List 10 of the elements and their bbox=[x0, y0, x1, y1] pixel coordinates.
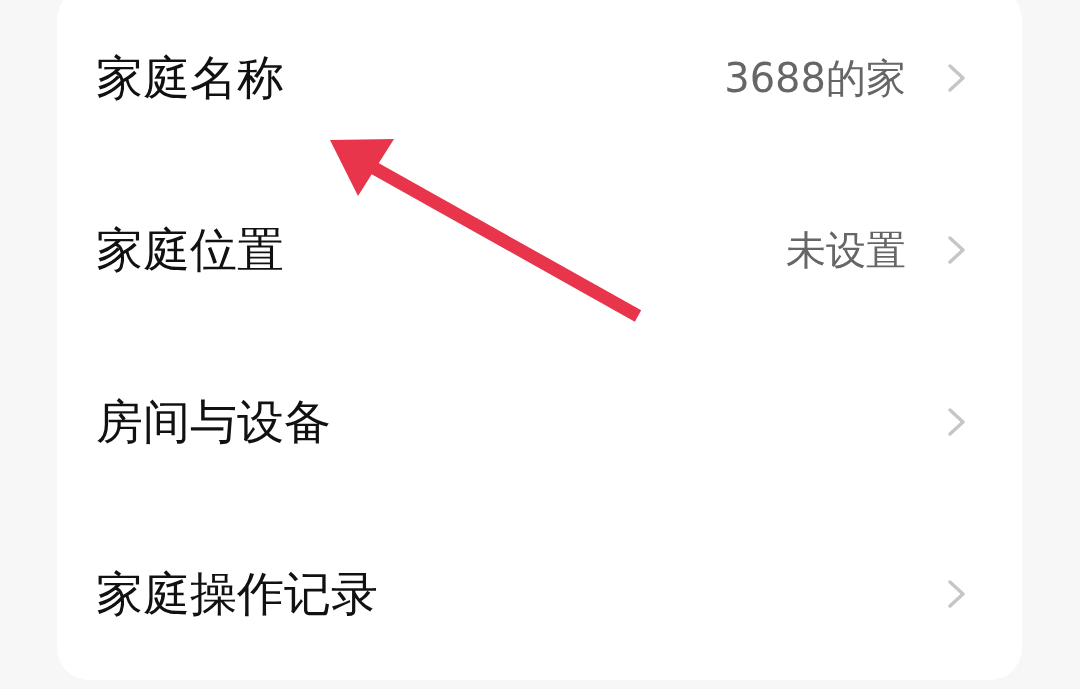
setting-label[interactable]: 房间与设备 bbox=[96, 390, 331, 454]
chevron-right-icon bbox=[948, 64, 966, 92]
setting-label[interactable]: 家庭位置 bbox=[96, 218, 284, 282]
chevron-right-icon bbox=[948, 580, 966, 608]
chevron-right-icon bbox=[948, 408, 966, 436]
setting-value: 未设置 bbox=[786, 225, 906, 275]
chevron-right-icon bbox=[948, 236, 966, 264]
setting-label[interactable]: 家庭名称 bbox=[96, 46, 284, 110]
setting-label[interactable]: 家庭操作记录 bbox=[96, 562, 378, 626]
setting-value: 3688的家 bbox=[724, 53, 906, 103]
